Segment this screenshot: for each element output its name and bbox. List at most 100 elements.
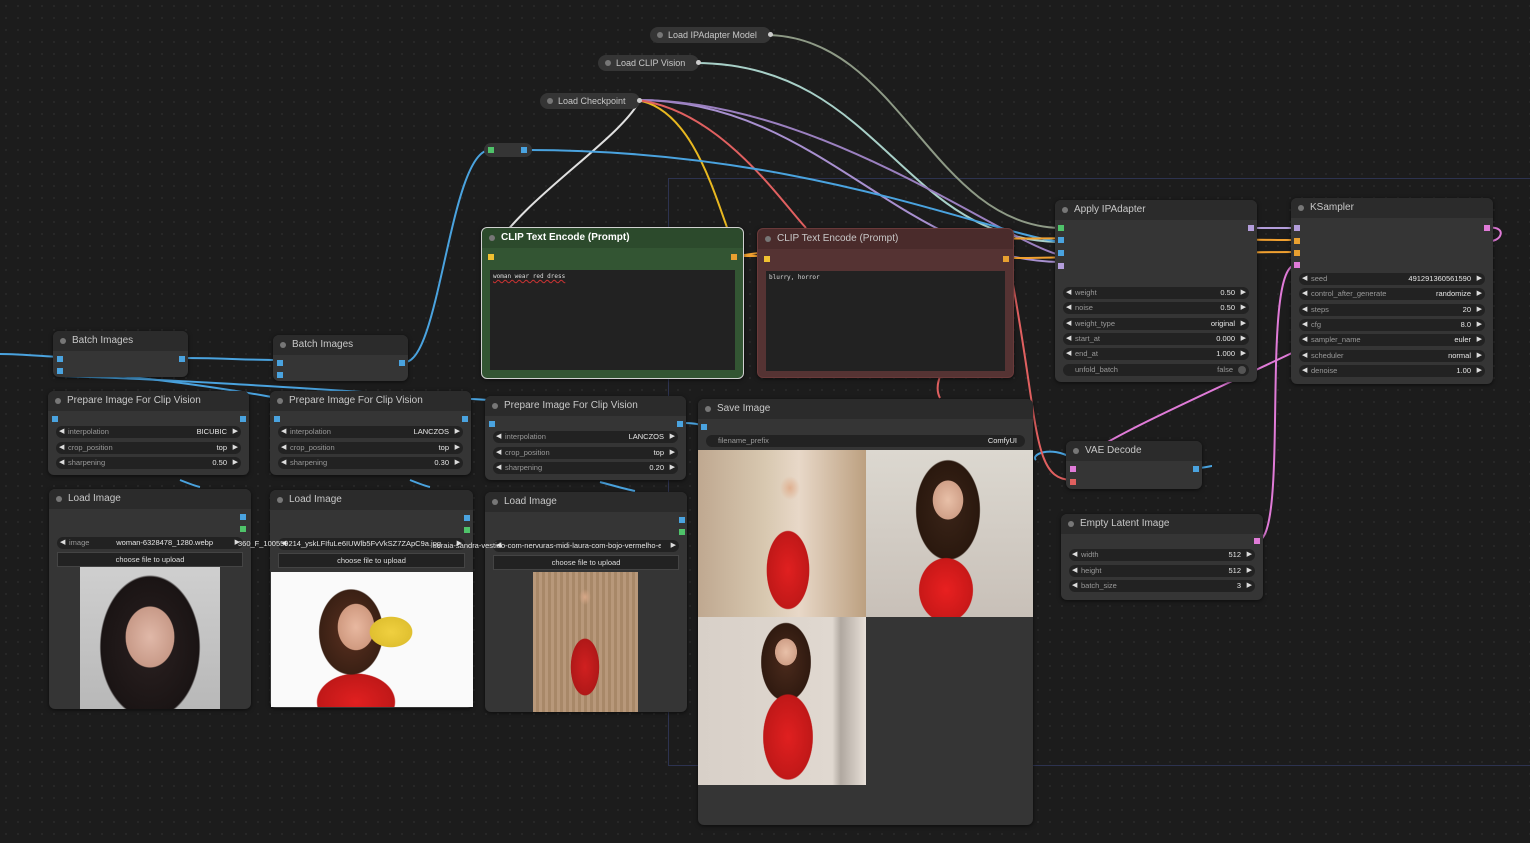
widget-crop-position[interactable]: ◀ crop_position top ▶ xyxy=(493,446,678,459)
arrow-right-icon[interactable]: ▶ xyxy=(233,426,238,438)
image-input-icon[interactable] xyxy=(489,421,495,427)
image-output-icon[interactable] xyxy=(240,416,246,422)
image-output-icon[interactable] xyxy=(179,356,185,362)
node-batch-images-2[interactable]: Batch Images xyxy=(273,335,408,381)
upload-button[interactable]: choose file to upload xyxy=(493,555,679,570)
output-image-2[interactable] xyxy=(866,450,1033,617)
image-input-icon[interactable] xyxy=(1058,250,1064,256)
arrow-right-icon[interactable]: ▶ xyxy=(455,457,460,469)
image-select[interactable]: ◀ soraia-sandra-vestido-com-nervuras-mid… xyxy=(433,540,679,552)
output-slot-icon[interactable] xyxy=(636,98,642,103)
samples-input-icon[interactable] xyxy=(1070,466,1076,472)
node-apply-ipadapter[interactable]: Apply IPAdapter ◀ weight 0.50 ▶ ◀ noise 0.50 ▶ ◀… xyxy=(1055,200,1257,382)
model-input-icon[interactable] xyxy=(1058,263,1064,269)
images-input-icon[interactable] xyxy=(701,424,707,430)
image2-input-icon[interactable] xyxy=(277,372,283,378)
arrow-right-icon[interactable]: ▶ xyxy=(1241,333,1246,345)
widget-batch-size[interactable]: ◀ batch_size 3 ▶ xyxy=(1069,580,1255,592)
arrow-right-icon[interactable]: ▶ xyxy=(233,457,238,469)
arrow-right-icon[interactable]: ▶ xyxy=(1477,273,1482,285)
image-output-icon[interactable] xyxy=(464,515,470,521)
arrow-right-icon[interactable]: ▶ xyxy=(1247,565,1252,577)
widget-denoise[interactable]: ◀ denoise 1.00 ▶ xyxy=(1299,364,1485,377)
negative-input-icon[interactable] xyxy=(1294,250,1300,256)
arrow-right-icon[interactable]: ▶ xyxy=(233,442,238,454)
latent-output-icon[interactable] xyxy=(1254,538,1260,544)
latent-output-icon[interactable] xyxy=(1484,225,1490,231)
image-output-icon[interactable] xyxy=(462,416,468,422)
model-output-icon[interactable] xyxy=(1248,225,1254,231)
arrow-left-icon[interactable]: ◀ xyxy=(1066,287,1071,299)
image1-input-icon[interactable] xyxy=(277,360,283,366)
prompt-textarea[interactable]: blurry, horror xyxy=(766,271,1005,371)
upload-button[interactable]: choose file to upload xyxy=(57,552,243,567)
node-empty-latent-image[interactable]: Empty Latent Image ◀ width 512 ▶ ◀ height 512 ▶… xyxy=(1061,514,1263,600)
node-clip-text-negative[interactable]: CLIP Text Encode (Prompt) blurry, horror xyxy=(757,228,1014,378)
mask-output-icon[interactable] xyxy=(464,527,470,533)
arrow-right-icon[interactable]: ▶ xyxy=(1477,365,1482,377)
image-input-icon[interactable] xyxy=(274,416,280,422)
node-prepare-image-2[interactable]: Prepare Image For Clip Vision ◀ interpola… xyxy=(270,391,471,475)
arrow-right-icon[interactable]: ▶ xyxy=(1247,549,1252,561)
arrow-left-icon[interactable]: ◀ xyxy=(1072,565,1077,577)
arrow-left-icon[interactable]: ◀ xyxy=(1066,318,1071,330)
image-input-icon[interactable] xyxy=(52,416,58,422)
node-prepare-image-1[interactable]: Prepare Image For Clip Vision ◀ interpola… xyxy=(48,391,249,475)
arrow-left-icon[interactable]: ◀ xyxy=(496,462,501,474)
arrow-right-icon[interactable]: ▶ xyxy=(670,462,675,474)
prompt-textarea[interactable]: woman wear red dress xyxy=(490,270,735,370)
arrow-left-icon[interactable]: ◀ xyxy=(281,442,286,454)
widget-weight-type[interactable]: ◀ weight_type original ▶ xyxy=(1063,317,1249,330)
clip-input-icon[interactable] xyxy=(764,256,770,262)
reroute-input-icon[interactable] xyxy=(488,147,494,153)
output-image-3[interactable] xyxy=(698,617,866,785)
widget-interpolation[interactable]: ◀ interpolation LANCZOS ▶ xyxy=(278,426,463,438)
widget-control-after-generate[interactable]: ◀ control_after_generate randomize ▶ xyxy=(1299,288,1485,301)
node-load-ipadapter[interactable]: Load IPAdapter Model xyxy=(650,27,773,43)
widget-weight[interactable]: ◀ weight 0.50 ▶ xyxy=(1063,287,1249,299)
output-slot-icon[interactable] xyxy=(767,32,773,37)
arrow-left-icon[interactable]: ◀ xyxy=(1302,273,1307,285)
arrow-left-icon[interactable]: ◀ xyxy=(60,537,65,549)
widget-sharpening[interactable]: ◀ sharpening 0.50 ▶ xyxy=(56,457,241,469)
node-ksampler[interactable]: KSampler ◀ seed 491291360561590 ▶ ◀ control_a… xyxy=(1291,198,1493,384)
filename-prefix-field[interactable]: filename_prefix ComfyUI xyxy=(706,435,1025,447)
arrow-right-icon[interactable]: ▶ xyxy=(455,426,460,438)
model-input-icon[interactable] xyxy=(1294,225,1300,231)
arrow-left-icon[interactable]: ◀ xyxy=(1066,333,1071,345)
arrow-left-icon[interactable]: ◀ xyxy=(496,447,501,459)
arrow-left-icon[interactable]: ◀ xyxy=(1072,549,1077,561)
arrow-right-icon[interactable]: ▶ xyxy=(1477,350,1482,362)
arrow-right-icon[interactable]: ▶ xyxy=(1247,580,1252,592)
arrow-right-icon[interactable]: ▶ xyxy=(671,540,676,552)
arrow-right-icon[interactable]: ▶ xyxy=(1241,348,1246,360)
widget-width[interactable]: ◀ width 512 ▶ xyxy=(1069,549,1255,561)
node-load-image-1[interactable]: Load Image ◀ image woman-6328478_1280.we… xyxy=(49,489,251,709)
clip-input-icon[interactable] xyxy=(488,254,494,260)
upload-button[interactable]: choose file to upload xyxy=(278,553,465,568)
arrow-left-icon[interactable]: ◀ xyxy=(59,426,64,438)
clip-vision-input-icon[interactable] xyxy=(1058,237,1064,243)
arrow-right-icon[interactable]: ▶ xyxy=(455,442,460,454)
arrow-left-icon[interactable]: ◀ xyxy=(1066,302,1071,314)
arrow-left-icon[interactable]: ◀ xyxy=(59,442,64,454)
node-load-image-3[interactable]: Load Image ◀ soraia-sandra-vestido-com-n… xyxy=(433,492,687,712)
conditioning-output-icon[interactable] xyxy=(1003,256,1009,262)
arrow-right-icon[interactable]: ▶ xyxy=(1241,318,1246,330)
arrow-left-icon[interactable]: ◀ xyxy=(59,457,64,469)
node-vae-decode[interactable]: VAE Decode xyxy=(1066,441,1202,489)
widget-seed[interactable]: ◀ seed 491291360561590 ▶ xyxy=(1299,273,1485,285)
arrow-left-icon[interactable]: ◀ xyxy=(281,426,286,438)
image-output-icon[interactable] xyxy=(240,514,246,520)
node-prepare-image-3[interactable]: Prepare Image For Clip Vision ◀ interpola… xyxy=(485,396,686,480)
arrow-right-icon[interactable]: ▶ xyxy=(1477,334,1482,346)
mask-output-icon[interactable] xyxy=(679,529,685,535)
arrow-left-icon[interactable]: ◀ xyxy=(1302,319,1307,331)
arrow-left-icon[interactable]: ◀ xyxy=(496,431,501,443)
node-load-image-2[interactable]: Load Image ◀ 360_F_100559214_yskLFIfuLe6… xyxy=(238,490,473,708)
image1-input-icon[interactable] xyxy=(57,356,63,362)
arrow-left-icon[interactable]: ◀ xyxy=(1302,365,1307,377)
arrow-left-icon[interactable]: ◀ xyxy=(1302,350,1307,362)
arrow-left-icon[interactable]: ◀ xyxy=(1302,334,1307,346)
arrow-right-icon[interactable]: ▶ xyxy=(670,431,675,443)
